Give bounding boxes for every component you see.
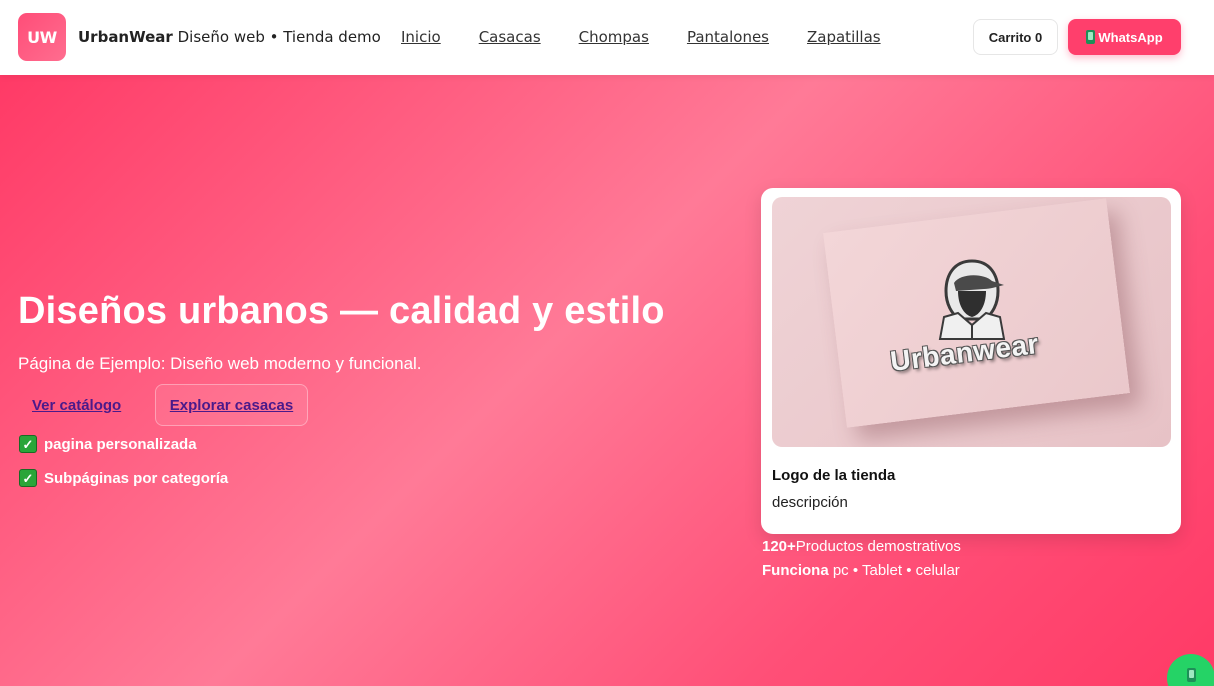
cart-button[interactable]: Carrito 0 (973, 19, 1058, 55)
feature-label: Subpáginas por categoría (44, 469, 229, 487)
card-description: descripción (772, 494, 848, 511)
nav-link-pantalones[interactable]: Pantalones (687, 28, 769, 46)
feature-item: ✓ Subpáginas por categoría (19, 469, 228, 487)
devices-stat: Funciona pc • Tablet • celular (762, 562, 960, 579)
logo-card: Urbanwear Logo de la tienda descripción (761, 188, 1181, 534)
nav-link-zapatillas[interactable]: Zapatillas (807, 28, 881, 46)
site-header: UW UrbanWear Diseño web • Tienda demo In… (0, 0, 1214, 75)
brand-name: UrbanWear (78, 28, 173, 46)
feature-item: ✓ pagina personalizada (19, 435, 197, 453)
hero-subtitle: Página de Ejemplo: Diseño web moderno y … (18, 354, 422, 373)
hero-section: Diseños urbanos — calidad y estilo Págin… (0, 75, 1214, 686)
nav-link-casacas[interactable]: Casacas (479, 28, 541, 46)
card-title: Logo de la tienda (772, 467, 896, 484)
brand[interactable]: UrbanWear Diseño web • Tienda demo (78, 28, 381, 46)
logo-badge[interactable]: UW (18, 13, 66, 61)
mobile-phone-icon (1086, 30, 1096, 44)
products-count: 120+ (762, 538, 796, 555)
whatsapp-button[interactable]: WhatsApp (1068, 19, 1181, 55)
mobile-phone-icon (1186, 668, 1196, 682)
main-nav: Inicio Casacas Chompas Pantalones Zapati… (401, 28, 881, 46)
check-mark-icon: ✓ (19, 435, 37, 453)
products-label: Productos demostrativos (795, 538, 961, 555)
brand-tagline: Diseño web • Tienda demo (177, 28, 381, 46)
nav-link-chompas[interactable]: Chompas (579, 28, 649, 46)
nav-link-inicio[interactable]: Inicio (401, 28, 441, 46)
cart-count: 0 (1035, 29, 1043, 45)
devices-label: Funciona (762, 562, 829, 579)
products-stat: 120+Productos demostrativos (762, 538, 961, 555)
whatsapp-label: WhatsApp (1098, 29, 1163, 45)
devices-value: pc • Tablet • celular (832, 562, 960, 579)
cart-label: Carrito (988, 29, 1032, 45)
feature-label: pagina personalizada (44, 435, 197, 453)
check-mark-icon: ✓ (19, 469, 37, 487)
explore-jackets-button[interactable]: Explorar casacas (155, 384, 308, 426)
view-catalog-button[interactable]: Ver catálogo (18, 384, 135, 426)
store-logo-image: Urbanwear (772, 197, 1171, 447)
hero-title: Diseños urbanos — calidad y estilo (18, 290, 665, 332)
